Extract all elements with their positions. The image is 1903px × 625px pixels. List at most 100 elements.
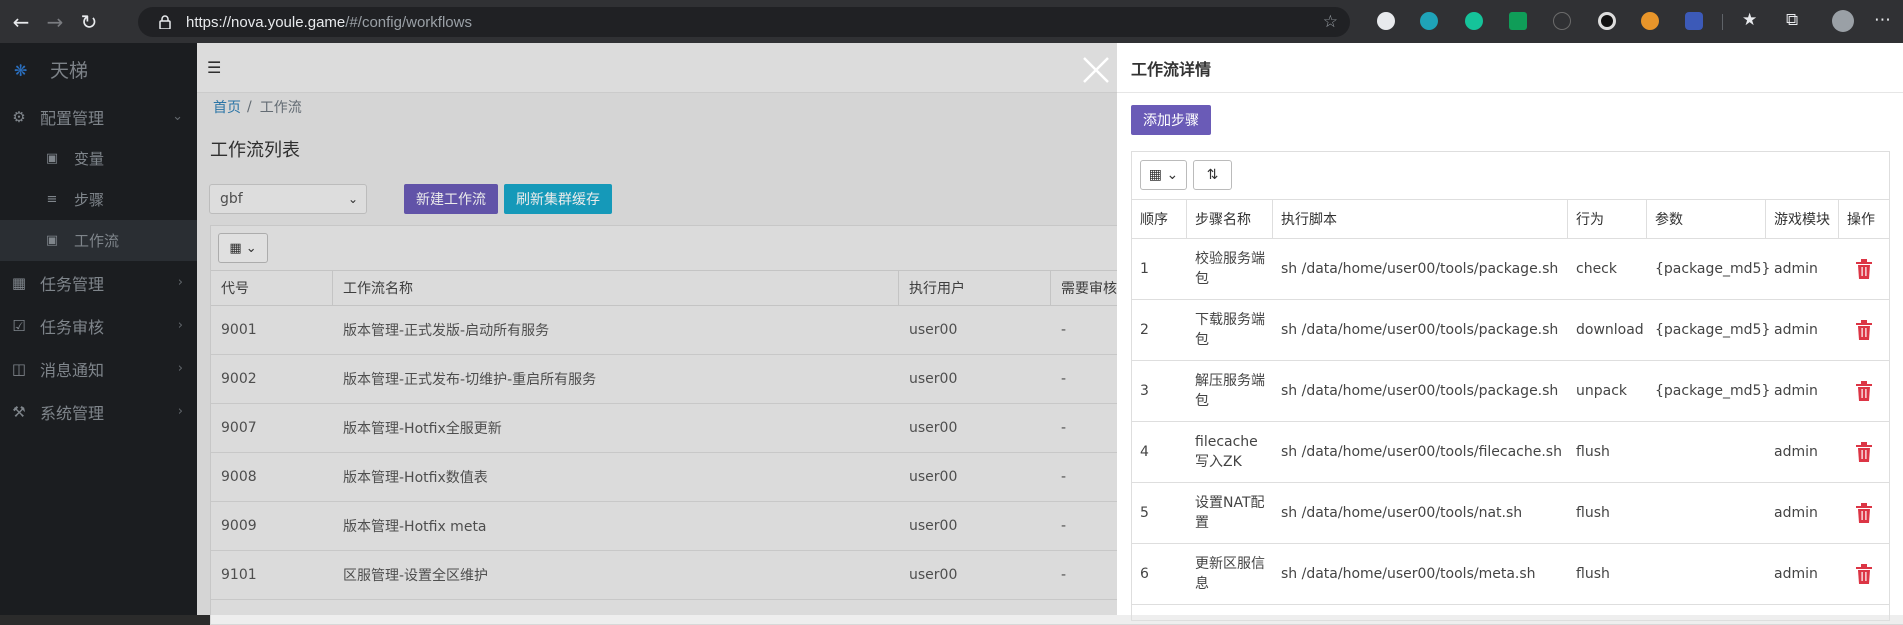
trash-icon[interactable]	[1855, 320, 1873, 340]
cell-script: sh /data/home/user00/tools/package.sh	[1281, 383, 1559, 399]
cell-module: admin	[1774, 383, 1818, 399]
modal-backdrop[interactable]	[197, 43, 1117, 615]
address-bar[interactable]: https://nova.youle.game/#/config/workflo…	[138, 7, 1350, 37]
cell-operation	[1839, 239, 1889, 299]
favorites-icon[interactable]: ★	[1742, 10, 1757, 30]
column-toggle-button[interactable]: ▦ ⌄	[1140, 160, 1187, 190]
cell-module: admin	[1774, 322, 1818, 338]
check-square-icon: ☑	[12, 316, 26, 335]
sidebar-item-review[interactable]: ☑ 任务审核 ›	[0, 304, 197, 347]
sidebar-item-variables[interactable]: ▣ 变量	[0, 138, 197, 179]
sidebar-item-config[interactable]: ⚙ 配置管理 ⌄	[0, 95, 197, 138]
extension-cat-icon[interactable]	[1685, 12, 1703, 30]
extension-t-icon[interactable]	[1509, 12, 1527, 30]
cell-step-name: 解压服务端包	[1195, 373, 1265, 409]
cell-step-name: 设置NAT配置	[1195, 495, 1265, 531]
cell-operation	[1839, 544, 1889, 604]
column-header: 行为	[1568, 200, 1647, 238]
brand-name: 天梯	[50, 59, 89, 82]
step-row[interactable]: 6 更新区服信息 sh /data/home/user00/tools/meta…	[1132, 544, 1889, 605]
inbox-icon: ◫	[11, 359, 27, 378]
close-icon[interactable]	[1081, 55, 1111, 85]
chevron-right-icon: ›	[177, 318, 183, 333]
cell-operation	[1839, 361, 1889, 421]
sidebar-item-workflows[interactable]: ▣ 工作流	[0, 220, 197, 261]
briefcase-icon: ▣	[45, 233, 59, 248]
chevron-down-icon: ⌄	[172, 109, 183, 124]
sidebar-item-label: 变量	[74, 150, 105, 168]
step-row[interactable]: 5 设置NAT配置 sh /data/home/user00/tools/nat…	[1132, 483, 1889, 544]
sidebar-item-label: 消息通知	[40, 360, 105, 380]
cell-module: admin	[1774, 566, 1818, 582]
wrench-icon: ⚒	[12, 402, 26, 421]
trash-icon[interactable]	[1855, 442, 1873, 462]
browser-toolbar: ← → ↻ https://nova.youle.game/#/config/w…	[0, 0, 1903, 43]
cell-module: admin	[1774, 261, 1818, 277]
forward-icon[interactable]: →	[42, 9, 68, 35]
reload-icon[interactable]: ↻	[76, 9, 102, 35]
cell-action: download	[1576, 322, 1644, 338]
trash-icon[interactable]	[1855, 381, 1873, 401]
brand-logo-icon: ❋	[14, 61, 28, 80]
extension-m-icon[interactable]	[1420, 12, 1438, 30]
table-header: 顺序 步骤名称 执行脚本 行为 参数 游戏模块 操作	[1132, 199, 1889, 239]
chevron-right-icon: ›	[177, 404, 183, 419]
cell-order: 2	[1140, 322, 1149, 338]
extension-info-icon[interactable]	[1553, 12, 1571, 30]
step-row[interactable]: 2 下载服务端包 sh /data/home/user00/tools/pack…	[1132, 300, 1889, 361]
sidebar-item-label: 工作流	[74, 232, 120, 250]
more-menu-icon[interactable]: ⋯	[1874, 10, 1891, 30]
steps-table: ▦ ⌄ ⇅ 顺序 步骤名称 执行脚本 行为 参数 游戏模块 操作 1 校验服务端…	[1131, 151, 1890, 621]
column-header: 顺序	[1132, 200, 1187, 238]
cell-script: sh /data/home/user00/tools/nat.sh	[1281, 505, 1523, 521]
extension-orange-icon[interactable]	[1641, 12, 1659, 30]
lock-icon	[159, 15, 171, 29]
extension-circle-icon[interactable]	[1598, 12, 1616, 30]
cell-order: 5	[1140, 505, 1149, 521]
bookmark-star-icon[interactable]: ☆	[1323, 12, 1338, 32]
tasks-icon: ▦	[11, 273, 27, 292]
cell-action: flush	[1576, 444, 1610, 460]
cell-script: sh /data/home/user00/tools/meta.sh	[1281, 566, 1536, 582]
profile-avatar[interactable]	[1832, 10, 1854, 32]
grid-icon: ▦	[1148, 167, 1163, 183]
cube-icon: ▣	[45, 151, 59, 166]
sort-icon[interactable]: ⇅	[1193, 160, 1232, 190]
gears-icon: ⚙	[12, 107, 26, 126]
cell-params	[1647, 483, 1766, 543]
cell-order: 3	[1140, 383, 1149, 399]
extension-icon[interactable]	[1377, 12, 1395, 30]
trash-icon[interactable]	[1855, 503, 1873, 523]
workflow-detail-panel: 工作流详情 添加步骤 ▦ ⌄ ⇅ 顺序 步骤名称 执行脚本 行为 参数 游戏模块…	[1117, 43, 1903, 621]
brand[interactable]: ❋ 天梯	[0, 43, 197, 95]
step-row[interactable]: 4 filecache 写入ZK sh /data/home/user00/to…	[1132, 422, 1889, 483]
cell-script: sh /data/home/user00/tools/package.sh	[1281, 261, 1559, 277]
step-row[interactable]: 3 解压服务端包 sh /data/home/user00/tools/pack…	[1132, 361, 1889, 422]
cell-module: admin	[1774, 505, 1818, 521]
sidebar-item-notifications[interactable]: ◫ 消息通知 ›	[0, 347, 197, 390]
cell-operation	[1839, 422, 1889, 482]
sidebar-item-label: 系统管理	[40, 403, 105, 423]
step-row[interactable]: 1 校验服务端包 sh /data/home/user00/tools/pack…	[1132, 239, 1889, 300]
sidebar-item-system[interactable]: ⚒ 系统管理 ›	[0, 390, 197, 433]
add-step-button[interactable]: 添加步骤	[1131, 105, 1211, 135]
cell-step-name: filecache 写入ZK	[1195, 434, 1258, 470]
trash-icon[interactable]	[1855, 564, 1873, 584]
sidebar: ❋ 天梯 ⚙ 配置管理 ⌄ ▣ 变量 ≡ 步骤 ▣ 工作流 ▦ 任务管理 › ☑…	[0, 43, 197, 615]
cell-params: {package_md5}	[1655, 261, 1771, 277]
sidebar-item-steps[interactable]: ≡ 步骤	[0, 179, 197, 220]
trash-icon[interactable]	[1855, 259, 1873, 279]
column-header: 参数	[1647, 200, 1766, 238]
collections-icon[interactable]: ⧉	[1786, 10, 1798, 30]
chevron-down-icon: ⌄	[1166, 167, 1179, 183]
back-icon[interactable]: ←	[8, 9, 34, 35]
cell-params	[1647, 422, 1766, 482]
sidebar-item-tasks[interactable]: ▦ 任务管理 ›	[0, 261, 197, 304]
chevron-right-icon: ›	[177, 275, 183, 290]
cell-script: sh /data/home/user00/tools/filecache.sh	[1281, 444, 1562, 460]
grammarly-icon[interactable]	[1465, 12, 1483, 30]
chevron-right-icon: ›	[177, 361, 183, 376]
sidebar-item-label: 配置管理	[40, 108, 105, 128]
sidebar-item-label: 任务审核	[40, 317, 105, 337]
url-text: https://nova.youle.game/#/config/workflo…	[186, 13, 472, 31]
